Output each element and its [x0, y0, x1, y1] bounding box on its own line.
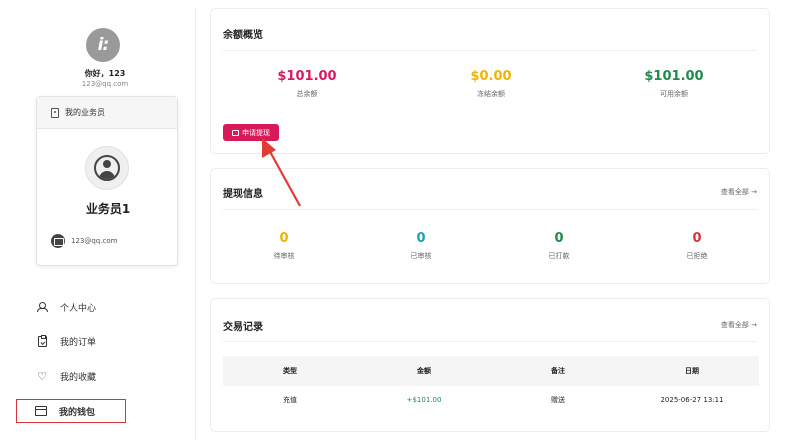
- menu-item-profile-center[interactable]: 个人中心: [36, 296, 166, 318]
- withdrawal-info-panel: 提现信息 查看全部 → 0 待审核 0 已审核 0 已打款 0 已拒绝: [210, 168, 770, 284]
- menu-item-label: 我的收藏: [60, 372, 97, 383]
- agent-card-header: 我的业务员: [37, 97, 177, 129]
- total-balance-label: 总余额: [296, 90, 318, 98]
- user-circle-icon: [94, 155, 120, 181]
- user-greeting: 你好，123: [84, 69, 126, 78]
- total-balance-stat: $101.00 总余额: [237, 69, 377, 99]
- agent-section-title: 我的业务员: [65, 108, 105, 117]
- transaction-date: 2025-06-27 13:11: [660, 396, 724, 404]
- withdrawal-info-title: 提现信息: [223, 189, 263, 200]
- user-email: 123@qq.com: [81, 80, 129, 88]
- withdraw-pending-value: 0: [279, 231, 289, 246]
- id-card-icon: [51, 107, 59, 118]
- withdraw-reviewed-label: 已审核: [410, 252, 432, 260]
- frozen-balance-label: 冻结余额: [477, 90, 505, 98]
- user-avatar-icon: i:: [97, 35, 110, 55]
- table-row: 充值 +$101.00 赠送 2025-06-27 13:11: [223, 386, 759, 414]
- person-icon: [37, 302, 48, 312]
- menu-item-my-favorites[interactable]: ♡ 我的收藏: [36, 365, 166, 387]
- divider: [223, 341, 757, 342]
- agent-name: 业务员1: [85, 202, 131, 216]
- agent-email[interactable]: 123@qq.com: [71, 237, 117, 245]
- sidebar: i: 你好，123 123@qq.com 我的业务员 业务员1 123@qq.c…: [14, 8, 196, 440]
- divider: [223, 209, 757, 210]
- user-avatar[interactable]: i:: [86, 28, 120, 62]
- available-balance-stat: $101.00 可用余额: [604, 69, 744, 99]
- withdraw-pending-stat: 0 待审核: [214, 231, 354, 261]
- transaction-type: 充值: [283, 396, 297, 404]
- heart-icon: ♡: [37, 369, 47, 383]
- withdraw-pending-label: 待审核: [273, 252, 295, 260]
- withdrawal-view-all-link[interactable]: 查看全部 →: [721, 187, 757, 197]
- balance-overview-panel: 余额概览 $101.00 总余额 $0.00 冻结余额 $101.00 可用余额…: [210, 8, 770, 154]
- menu-item-label: 我的订单: [60, 337, 97, 348]
- total-balance-value: $101.00: [277, 69, 337, 84]
- frozen-balance-stat: $0.00 冻结余额: [421, 69, 561, 99]
- withdraw-rejected-label: 已拒绝: [686, 252, 708, 260]
- agent-avatar: [85, 146, 129, 190]
- available-balance-value: $101.00: [644, 69, 704, 84]
- wallet-icon: [35, 406, 47, 416]
- column-header-amount: 金额: [417, 367, 431, 375]
- envelope-icon: [51, 234, 65, 248]
- wallet-page: i: 你好，123 123@qq.com 我的业务员 业务员1 123@qq.c…: [0, 0, 800, 440]
- clipboard-icon: [37, 334, 47, 347]
- column-header-date: 日期: [685, 367, 699, 375]
- withdraw-paid-label: 已打款: [548, 252, 570, 260]
- withdraw-rejected-value: 0: [692, 231, 702, 246]
- transactions-table: 类型 金额 备注 日期 充值 +$101.00 赠送 2025-06-27 13…: [223, 356, 759, 414]
- withdraw-reviewed-stat: 0 已审核: [351, 231, 491, 261]
- withdraw-paid-value: 0: [554, 231, 564, 246]
- transaction-note: 赠送: [551, 396, 565, 404]
- withdraw-paid-stat: 0 已打款: [489, 231, 629, 261]
- transactions-view-all-link[interactable]: 查看全部 →: [721, 320, 757, 330]
- apply-withdraw-label: 申请提现: [242, 128, 270, 137]
- menu-item-label: 个人中心: [60, 303, 97, 314]
- divider: [223, 50, 757, 51]
- transactions-panel: 交易记录 查看全部 → 类型 金额 备注 日期 充值 +$101.00 赠送 2…: [210, 298, 770, 432]
- transactions-title: 交易记录: [223, 322, 263, 333]
- transaction-amount: +$101.00: [406, 396, 442, 404]
- menu-item-label: 我的钱包: [59, 407, 96, 418]
- menu-item-my-orders[interactable]: 我的订单: [36, 330, 166, 352]
- frozen-balance-value: $0.00: [470, 69, 512, 84]
- withdraw-icon: [232, 129, 239, 136]
- agent-contact: 123@qq.com: [51, 234, 117, 248]
- column-header-type: 类型: [283, 367, 297, 375]
- withdraw-reviewed-value: 0: [416, 231, 426, 246]
- balance-overview-title: 余额概览: [223, 30, 263, 41]
- withdraw-rejected-stat: 0 已拒绝: [627, 231, 767, 261]
- agent-card: 我的业务员 业务员1 123@qq.com: [36, 96, 178, 266]
- apply-withdraw-button[interactable]: 申请提现: [223, 124, 279, 141]
- menu-item-my-wallet[interactable]: 我的钱包: [16, 399, 126, 423]
- available-balance-label: 可用余额: [660, 90, 688, 98]
- table-header: 类型 金额 备注 日期: [223, 356, 759, 386]
- column-header-note: 备注: [551, 367, 565, 375]
